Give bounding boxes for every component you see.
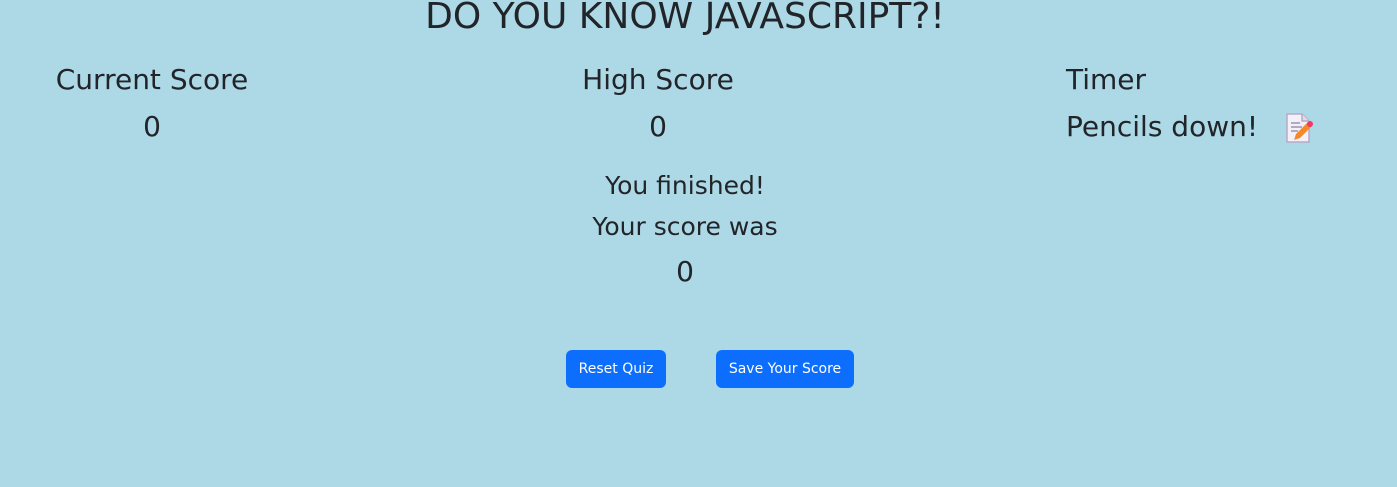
- score-was-label: Your score was: [592, 212, 778, 241]
- finished-message: You finished!: [605, 171, 765, 200]
- current-score-label: Current Score: [55, 63, 249, 96]
- page-title: DO YOU KNOW JAVASCRIPT?!: [425, 0, 945, 37]
- timer-label: Timer: [1066, 63, 1147, 96]
- current-score-value: 0: [143, 110, 161, 143]
- timer-value: Pencils down!: [1066, 110, 1259, 143]
- final-score: 0: [676, 255, 694, 288]
- reset-quiz-button[interactable]: Reset Quiz: [566, 350, 666, 388]
- high-score-value: 0: [649, 110, 667, 143]
- high-score-label: High Score: [582, 63, 734, 96]
- memo-icon: [1286, 113, 1313, 143]
- save-score-button[interactable]: Save Your Score: [716, 350, 854, 388]
